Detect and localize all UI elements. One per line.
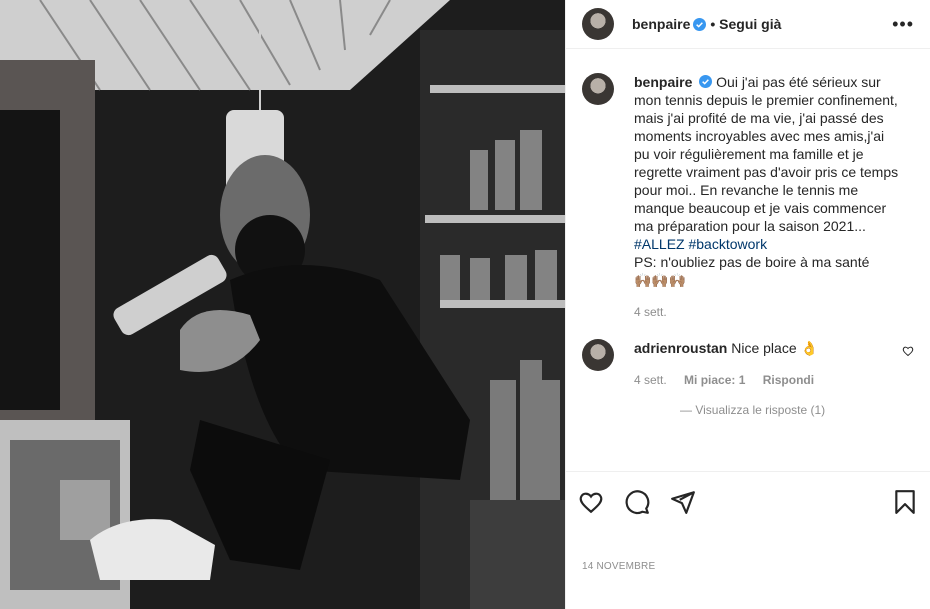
- comment-username[interactable]: adrienroustan: [634, 340, 727, 356]
- post-header: benpaire • Segui già •••: [566, 0, 930, 49]
- author-avatar[interactable]: [582, 8, 614, 40]
- caption-time[interactable]: 4 sett.: [634, 303, 901, 321]
- verified-badge-icon: [693, 17, 707, 31]
- hashtag-backtowork[interactable]: #backtowork: [688, 236, 767, 252]
- follow-status[interactable]: • Segui già: [710, 16, 781, 32]
- comment-icon[interactable]: [624, 489, 650, 515]
- comment-time[interactable]: 4 sett.: [634, 373, 667, 387]
- save-icon[interactable]: [892, 489, 918, 515]
- post-image: [0, 0, 565, 609]
- heart-icon[interactable]: [578, 489, 604, 515]
- caption-username[interactable]: benpaire: [634, 74, 692, 90]
- verified-badge-icon: [699, 75, 713, 88]
- comment-text: Nice place 👌: [731, 340, 818, 356]
- comment-body: adrienroustan Nice place 👌 4 sett. Mi pi…: [634, 339, 902, 389]
- comment-likes[interactable]: Mi piace: 1: [684, 373, 745, 387]
- hashtag-allez[interactable]: #ALLEZ: [634, 236, 685, 252]
- view-replies[interactable]: — Visualizza le risposte (1): [680, 403, 914, 417]
- more-icon[interactable]: •••: [892, 14, 914, 35]
- commenter-avatar[interactable]: [582, 339, 614, 371]
- reply-button[interactable]: Rispondi: [763, 373, 814, 387]
- comments-area: benpaire Oui j'ai pas été sérieux sur mo…: [582, 73, 914, 471]
- action-bar: [566, 471, 930, 532]
- caption-avatar[interactable]: [582, 73, 614, 105]
- comment-item: adrienroustan Nice place 👌 4 sett. Mi pi…: [582, 339, 914, 389]
- caption-row: benpaire Oui j'ai pas été sérieux sur mo…: [582, 73, 914, 321]
- author-username[interactable]: benpaire: [632, 16, 690, 32]
- post-date[interactable]: 14 NOVEMBRE: [582, 561, 655, 572]
- caption: benpaire Oui j'ai pas été sérieux sur mo…: [634, 73, 901, 321]
- share-icon[interactable]: [670, 489, 696, 515]
- post-sidebar: benpaire • Segui già ••• benpaire Oui j'…: [565, 0, 930, 609]
- caption-emoji: 🙌🏽🙌🏽🙌🏽: [634, 272, 687, 288]
- comment-meta: 4 sett. Mi piace: 1 Rispondi: [634, 371, 902, 389]
- caption-ps: PS: n'oubliez pas de boire à ma santé: [634, 254, 870, 270]
- post-photo[interactable]: [0, 0, 565, 609]
- caption-text: Oui j'ai pas été sérieux sur mon tennis …: [634, 74, 899, 234]
- comment-like-icon[interactable]: [902, 345, 914, 357]
